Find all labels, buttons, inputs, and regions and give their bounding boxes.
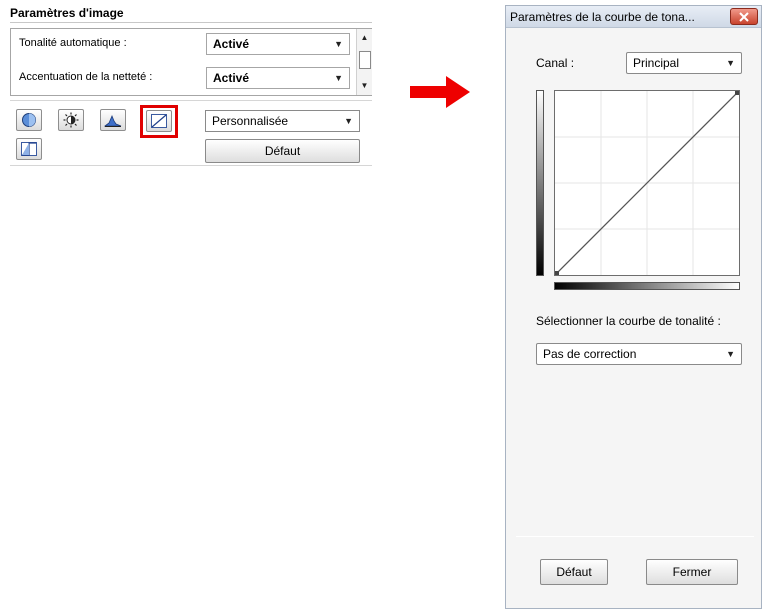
dialog-divider — [516, 536, 754, 537]
preset-value: Personnalisée — [212, 114, 289, 128]
input-gradient-bar — [554, 282, 740, 290]
panel-title: Paramètres d'image — [10, 6, 124, 20]
auto-tone-select[interactable]: Activé ▼ — [206, 33, 350, 55]
chevron-down-icon: ▼ — [334, 39, 343, 49]
dialog-close-button[interactable]: Fermer — [646, 559, 738, 585]
highlight-frame — [140, 105, 178, 138]
channel-label: Canal : — [536, 56, 575, 70]
chevron-down-icon: ▼ — [726, 58, 735, 68]
preset-select[interactable]: Personnalisée ▼ — [205, 110, 360, 132]
close-icon — [739, 11, 749, 22]
curve-select[interactable]: Pas de correction ▼ — [536, 343, 742, 365]
curve-point-start — [555, 271, 559, 275]
brightness-contrast-button[interactable] — [58, 109, 84, 131]
brightness-contrast-icon — [63, 112, 79, 128]
channel-value: Principal — [633, 56, 680, 70]
sharpness-value: Activé — [213, 71, 250, 85]
threshold-icon — [21, 142, 37, 156]
auto-tone-label: Tonalité automatique : — [19, 37, 127, 49]
sharpness-select[interactable]: Activé ▼ — [206, 67, 350, 89]
dialog-title: Paramètres de la courbe de tona... — [510, 10, 695, 24]
title-divider — [10, 22, 372, 23]
threshold-button[interactable] — [16, 138, 42, 160]
dialog-titlebar[interactable]: Paramètres de la courbe de tona... — [506, 6, 761, 28]
curve-value: Pas de correction — [543, 347, 637, 361]
scroll-up-icon[interactable]: ▲ — [357, 31, 372, 45]
sharpness-label: Accentuation de la netteté : — [19, 71, 153, 83]
close-button[interactable] — [730, 8, 758, 25]
dialog-close-label: Fermer — [672, 565, 712, 579]
histogram-button[interactable] — [100, 109, 126, 131]
settings-list: Tonalité automatique : Activé ▼ Accentua… — [10, 28, 372, 96]
tone-curve-graph[interactable] — [554, 90, 740, 276]
saturation-color-balance-icon — [22, 113, 36, 127]
chevron-down-icon: ▼ — [726, 349, 735, 359]
dialog-default-label: Défaut — [556, 565, 592, 579]
right-arrow-icon — [410, 76, 470, 108]
default-button-label: Défaut — [264, 144, 301, 158]
saturation-color-balance-button[interactable] — [16, 109, 42, 131]
chevron-down-icon: ▼ — [334, 73, 343, 83]
scroll-down-icon[interactable]: ▼ — [357, 79, 372, 93]
dialog-default-button[interactable]: Défaut — [540, 559, 608, 585]
histogram-icon — [104, 114, 122, 127]
vertical-scrollbar[interactable]: ▲ ▼ — [356, 29, 372, 95]
tone-curve-plot — [554, 90, 740, 276]
curve-point-end — [735, 91, 739, 95]
chevron-down-icon: ▼ — [344, 116, 353, 126]
output-gradient-bar — [536, 90, 544, 276]
scroll-thumb[interactable] — [359, 51, 371, 69]
curve-select-label: Sélectionner la courbe de tonalité : — [536, 314, 721, 328]
tone-curve-dialog: Paramètres de la courbe de tona... Canal… — [505, 5, 762, 609]
default-button[interactable]: Défaut — [205, 139, 360, 163]
channel-select[interactable]: Principal ▼ — [626, 52, 742, 74]
auto-tone-value: Activé — [213, 37, 250, 51]
